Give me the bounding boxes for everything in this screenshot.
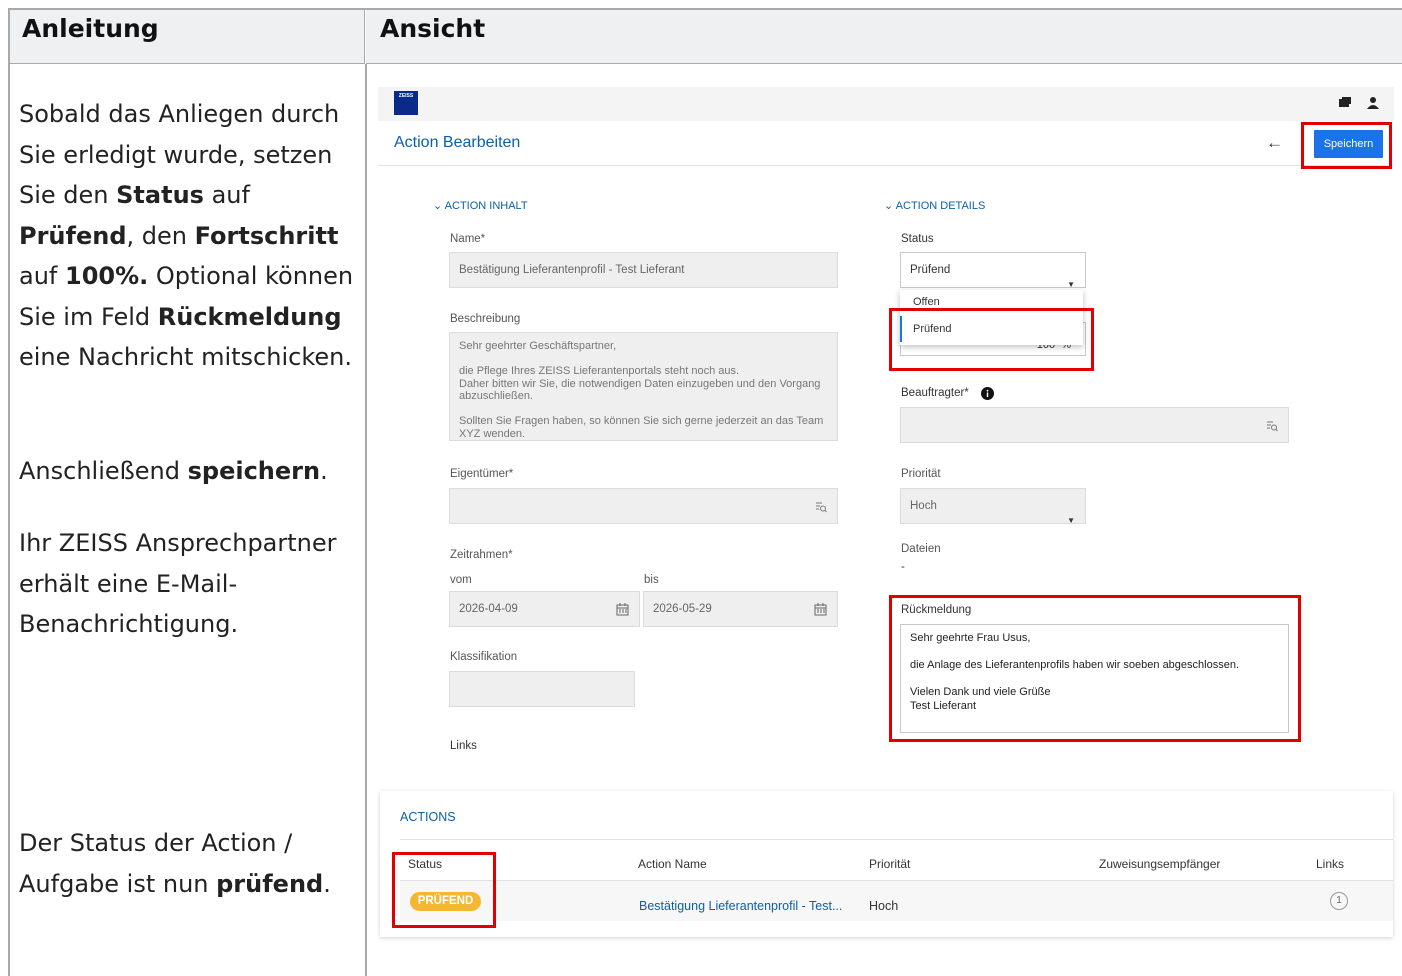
page-titlebar: Action Bearbeiten ← Speichern [378, 121, 1394, 166]
instruction-text: Anschließend [19, 457, 188, 485]
instruction-text: auf [19, 262, 65, 290]
instruction-bold-fortschritt: Fortschritt [194, 221, 339, 250]
calendar-icon[interactable] [616, 603, 629, 616]
highlight-status-column [392, 852, 496, 928]
zeiss-logo: ZEISS [394, 91, 418, 115]
instruction-bold-rueckmeldung: Rückmeldung [157, 302, 342, 331]
instruction-text: auf [203, 181, 250, 209]
instruction-bold-pruefend: prüfend [216, 869, 324, 898]
instruction-bold-pruefend: Prüfend [19, 221, 127, 250]
classification-field[interactable] [449, 671, 635, 707]
from-date-field[interactable]: 2026-04-09 [449, 591, 640, 627]
priority-label: Priorität [901, 468, 941, 480]
chat-icon[interactable] [1338, 96, 1352, 110]
instruction-bold-speichern: speichern [187, 457, 321, 485]
instruction-text: eine Nachricht mitschicken. [19, 343, 352, 371]
column-header-action-name[interactable]: Action Name [638, 857, 707, 871]
back-arrow-icon[interactable]: ← [1266, 133, 1283, 153]
description-label: Beschreibung [450, 313, 521, 325]
files-value: - [901, 561, 905, 573]
from-label: vom [450, 574, 472, 586]
status-select-value: Prüfend [910, 264, 951, 276]
section-action-details[interactable]: ⌄ ACTION DETAILS [884, 199, 985, 212]
links-count-badge[interactable]: 1 [1330, 892, 1348, 910]
page-title: Action Bearbeiten [394, 134, 521, 151]
action-name-link[interactable]: Bestätigung Lieferantenprofil - Test... [639, 899, 842, 913]
instruction-text: . [320, 457, 328, 485]
classification-label: Klassifikation [450, 651, 518, 663]
instruction-paragraph-3: Ihr ZEISS Ansprechpartner erhält eine E-… [19, 529, 337, 638]
column-header-zuweisungsempfaenger[interactable]: Zuweisungsempfänger [1099, 857, 1220, 871]
section-action-inhalt[interactable]: ⌄ ACTION INHALT [433, 199, 528, 212]
actions-panel: ACTIONS Status Action Name Priorität Zuw… [380, 791, 1393, 937]
assignee-label: Beauftragter* [901, 387, 994, 400]
instruction-bold-100: 100%. [65, 262, 149, 290]
highlight-feedback [889, 595, 1301, 742]
priority-select-value: Hoch [910, 500, 937, 512]
instruction-paragraph-1: Sobald das Anliegen durch Sie erledigt w… [19, 94, 359, 378]
chevron-down-icon: ▼ [1067, 516, 1075, 525]
actions-title: ACTIONS [400, 810, 456, 824]
assignee-field[interactable] [900, 407, 1289, 443]
name-field[interactable]: Bestätigung Lieferantenprofil - Test Lie… [449, 252, 838, 288]
instruction-paragraph-4: Der Status der Action / Aufgabe ist nun … [19, 823, 359, 904]
column-header-links[interactable]: Links [1316, 857, 1344, 871]
instruction-paragraph-2: Anschließend speichern. [19, 451, 359, 492]
app-topbar: ZEISS [378, 87, 1394, 121]
column-header-anleitung: Anleitung [10, 10, 365, 64]
calendar-icon[interactable] [814, 603, 827, 616]
assignee-label-text: Beauftragter* [901, 387, 969, 399]
column-header-ansicht: Ansicht [366, 10, 1402, 64]
column-header-prioritaet[interactable]: Priorität [869, 857, 910, 871]
owner-field[interactable] [449, 488, 838, 524]
info-icon[interactable] [981, 387, 994, 400]
row-priority: Hoch [869, 899, 899, 913]
action-edit-screen: ZEISS Action Bearbeiten ← Speichern ⌄ AC… [378, 87, 1396, 757]
priority-select[interactable]: Hoch ▼ [900, 488, 1086, 525]
to-date-value: 2026-05-29 [653, 603, 712, 615]
lookup-icon[interactable] [815, 501, 827, 513]
highlight-save [1301, 122, 1392, 169]
instruction-text: , den [126, 221, 195, 250]
instruction-bold-status: Status [116, 181, 204, 209]
lookup-icon[interactable] [1266, 420, 1278, 432]
to-date-field[interactable]: 2026-05-29 [643, 591, 838, 627]
instruction-text: . [323, 869, 331, 898]
to-label: bis [644, 574, 659, 586]
highlight-status [889, 308, 1094, 371]
links-label: Links [450, 740, 477, 752]
description-textarea[interactable]: Sehr geehrter Geschäftspartner, die Pfle… [449, 332, 838, 441]
name-label: Name* [450, 233, 486, 245]
divider [400, 839, 1393, 840]
from-date-value: 2026-04-09 [459, 603, 518, 615]
column-divider [365, 64, 367, 976]
timeframe-label: Zeitrahmen* [450, 549, 513, 561]
user-icon[interactable] [1366, 96, 1380, 110]
status-option-offen[interactable]: Offen [913, 296, 940, 308]
status-label: Status [901, 233, 934, 245]
owner-label: Eigentümer* [450, 468, 514, 480]
files-label: Dateien [901, 543, 941, 555]
status-select[interactable]: Prüfend ▼ [900, 252, 1086, 289]
